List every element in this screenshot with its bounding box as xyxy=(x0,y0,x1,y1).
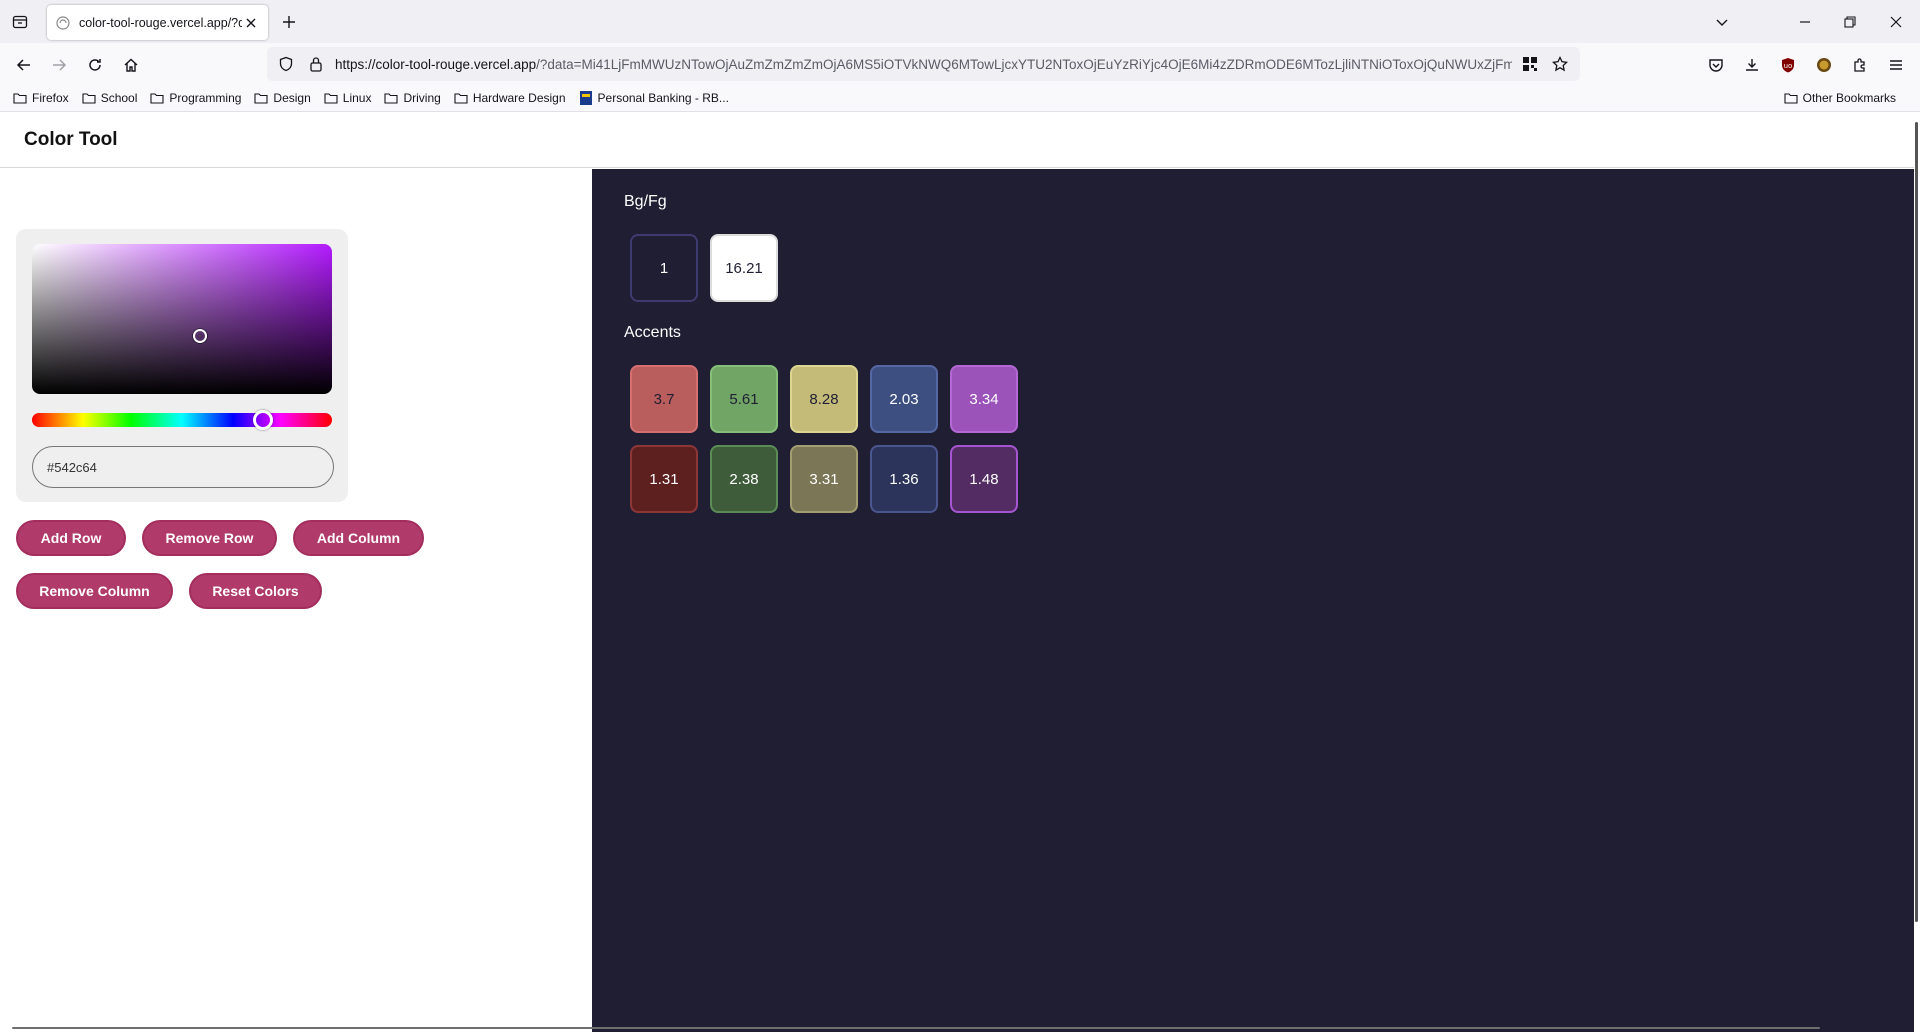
browser-tab-active[interactable]: color-tool-rouge.vercel.app/?d: xyxy=(47,5,268,40)
bookmark-label: Linux xyxy=(342,91,372,105)
folder-icon xyxy=(12,90,28,106)
window-restore-icon[interactable] xyxy=(1838,10,1862,34)
accent-swatch[interactable]: 1.48 xyxy=(950,445,1018,513)
hue-slider-handle[interactable] xyxy=(253,410,273,430)
bookmark-label: Programming xyxy=(169,91,242,105)
saturation-brightness-area[interactable] xyxy=(32,244,332,394)
url-bar[interactable]: https://color-tool-rouge.vercel.app/?dat… xyxy=(267,47,1580,81)
bookmark-folder[interactable]: Linux xyxy=(323,90,372,106)
scrollbar-thumb[interactable] xyxy=(1915,122,1918,922)
tab-list-icon[interactable] xyxy=(8,10,32,34)
bookmark-label: Personal Banking - RB... xyxy=(597,91,729,105)
bgfg-swatch[interactable]: 16.21 xyxy=(710,234,778,302)
controls-panel: Add Row Remove Row Add Column Remove Col… xyxy=(0,169,592,1032)
window-close-icon[interactable] xyxy=(1884,10,1908,34)
qr-code-icon[interactable] xyxy=(1518,52,1542,76)
folder-icon xyxy=(253,90,269,106)
bgfg-section-label: Bg/Fg xyxy=(624,193,667,210)
bookmark-item[interactable]: Personal Banking - RB... xyxy=(578,90,729,106)
bookmark-label: Hardware Design xyxy=(472,91,566,105)
url-text: https://color-tool-rouge.vercel.app/?dat… xyxy=(335,57,1512,72)
folder-icon xyxy=(81,90,97,106)
reload-icon[interactable] xyxy=(81,51,109,79)
home-icon[interactable] xyxy=(117,51,145,79)
accent-swatch[interactable]: 3.7 xyxy=(630,365,698,433)
bookmarks-toolbar: Firefox School Programming Design Linux … xyxy=(0,85,1920,112)
svg-text:uo: uo xyxy=(1784,62,1793,70)
hue-slider[interactable] xyxy=(32,410,332,430)
forward-arrow-icon[interactable] xyxy=(45,51,73,79)
page-title: Color Tool xyxy=(24,128,118,150)
window-minimize-icon[interactable] xyxy=(1793,10,1817,34)
site-favicon-icon xyxy=(55,15,71,31)
horizontal-scrollbar[interactable] xyxy=(12,1027,1820,1029)
bookmark-folder[interactable]: Programming xyxy=(149,90,241,106)
saturation-handle[interactable] xyxy=(193,328,207,343)
bookmark-label: School xyxy=(100,91,138,105)
url-path: /?data=Mi41LjFmMWUzNTowOjAuZmZmZmZmOjA6M… xyxy=(536,56,1512,72)
accent-swatch[interactable]: 5.61 xyxy=(710,365,778,433)
other-bookmarks[interactable]: Other Bookmarks xyxy=(1783,90,1896,106)
accents-section-label: Accents xyxy=(624,324,681,341)
folder-icon xyxy=(453,90,469,106)
bookmark-label: Driving xyxy=(403,91,441,105)
accent-swatch[interactable]: 2.38 xyxy=(710,445,778,513)
folder-icon xyxy=(323,90,339,106)
add-row-button[interactable]: Add Row xyxy=(16,520,126,556)
back-arrow-icon[interactable] xyxy=(10,51,38,79)
lock-icon[interactable] xyxy=(305,53,327,75)
bookmark-label: Firefox xyxy=(32,91,69,105)
remove-row-button[interactable]: Remove Row xyxy=(142,520,277,556)
bgfg-swatch[interactable]: 1 xyxy=(630,234,698,302)
bookmark-star-icon[interactable] xyxy=(1548,52,1572,76)
ublock-shield-icon[interactable]: uo xyxy=(1774,51,1802,79)
reset-colors-button[interactable]: Reset Colors xyxy=(189,573,322,609)
folder-icon xyxy=(149,90,165,106)
accent-swatch[interactable]: 3.31 xyxy=(790,445,858,513)
chevron-down-icon[interactable] xyxy=(1710,10,1734,34)
folder-icon xyxy=(383,90,399,106)
new-tab-icon[interactable] xyxy=(277,10,301,34)
app-header: Color Tool xyxy=(0,112,1914,168)
bookmark-folder[interactable]: Firefox xyxy=(12,90,69,106)
extensions-puzzle-icon[interactable] xyxy=(1846,51,1874,79)
bookmark-folder[interactable]: Design xyxy=(253,90,311,106)
bookmark-folder[interactable]: Driving xyxy=(383,90,441,106)
extension-circle-icon[interactable] xyxy=(1810,51,1838,79)
navigation-toolbar: https://color-tool-rouge.vercel.app/?dat… xyxy=(0,43,1920,85)
tab-bar: color-tool-rouge.vercel.app/?d: xyxy=(0,0,1920,43)
folder-icon xyxy=(1783,90,1799,106)
color-picker xyxy=(16,229,348,502)
accent-swatch[interactable]: 8.28 xyxy=(790,365,858,433)
bookmark-folder[interactable]: School xyxy=(81,90,138,106)
tab-title: color-tool-rouge.vercel.app/?d: xyxy=(79,15,242,30)
hamburger-menu-icon[interactable] xyxy=(1882,51,1910,79)
tab-close-icon[interactable] xyxy=(242,14,260,32)
add-column-button[interactable]: Add Column xyxy=(293,520,424,556)
bookmark-label: Design xyxy=(273,91,311,105)
tracking-shield-icon[interactable] xyxy=(275,53,297,75)
bookmark-folder[interactable]: Hardware Design xyxy=(453,90,566,106)
vertical-scrollbar[interactable] xyxy=(1914,112,1920,1032)
accent-swatch[interactable]: 1.36 xyxy=(870,445,938,513)
downloads-icon[interactable] xyxy=(1738,51,1766,79)
accent-swatch[interactable]: 2.03 xyxy=(870,365,938,433)
hex-color-input[interactable] xyxy=(32,446,334,488)
other-bookmarks-label: Other Bookmarks xyxy=(1802,91,1896,105)
url-host: https://color-tool-rouge.vercel.app xyxy=(335,56,537,72)
bank-logo-icon xyxy=(578,90,594,106)
pocket-icon[interactable] xyxy=(1702,51,1730,79)
palette-preview-panel: Bg/Fg 1 16.21 Accents 3.7 5.61 8.28 2.03 3.34… xyxy=(592,169,1914,1032)
accent-swatch[interactable]: 3.34 xyxy=(950,365,1018,433)
remove-column-button[interactable]: Remove Column xyxy=(16,573,173,609)
accent-swatch[interactable]: 1.31 xyxy=(630,445,698,513)
